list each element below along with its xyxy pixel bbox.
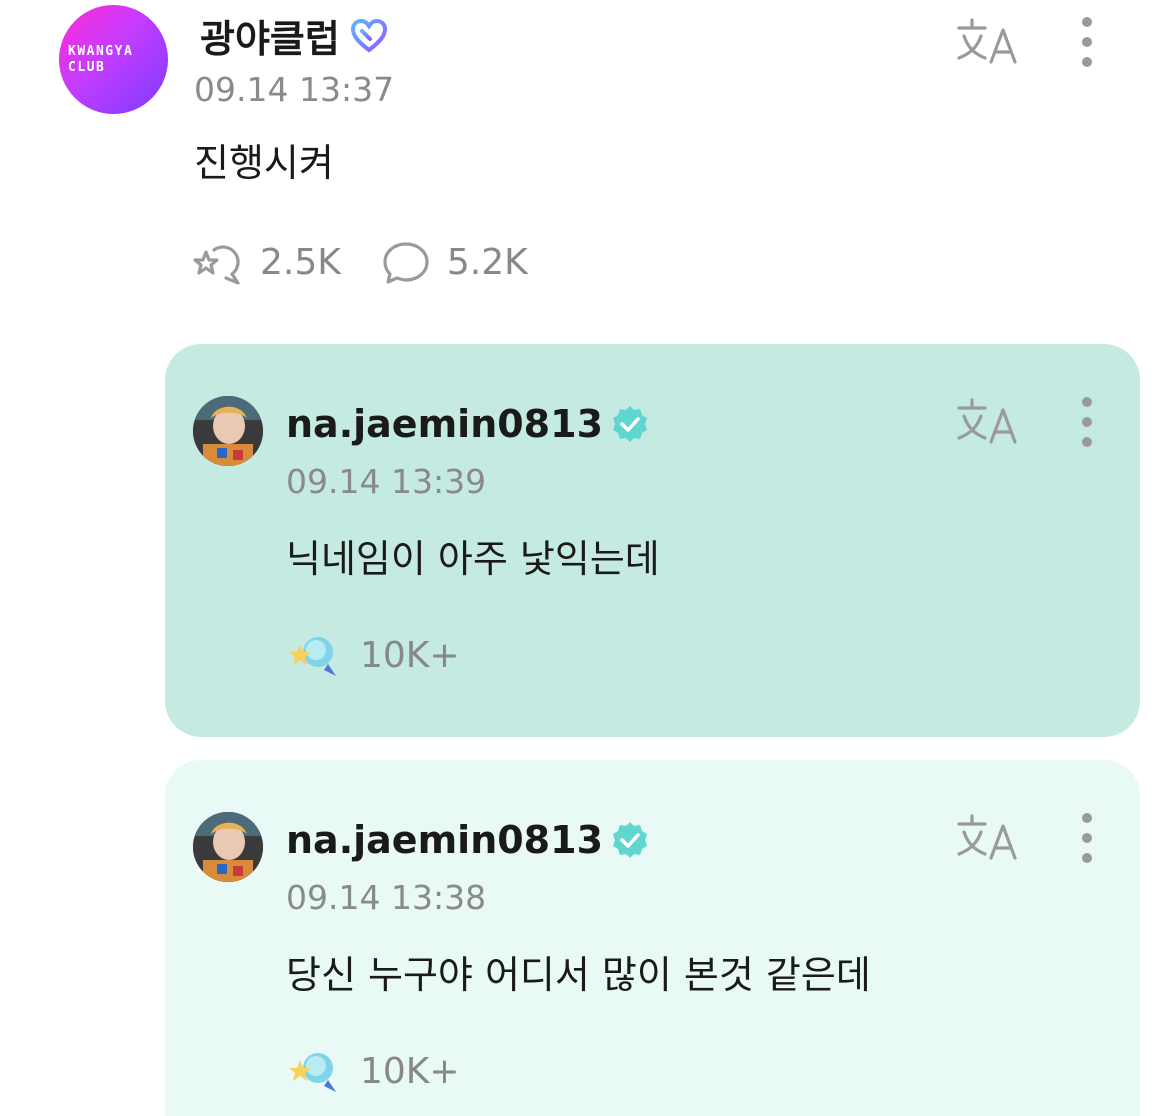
avatar[interactable] [193, 396, 263, 466]
post-author[interactable]: 광야클럽 [200, 8, 390, 63]
comment-bubble-icon [383, 242, 429, 284]
more-options-icon[interactable] [1079, 16, 1095, 68]
verified-badge-icon [613, 406, 648, 442]
comment-author-name: na.jaemin0813 [286, 818, 604, 862]
verified-badge-icon [613, 822, 648, 858]
comment-body: 당신 누구야 어디서 많이 본것 같은데 [286, 953, 871, 997]
translate-icon[interactable] [955, 16, 1021, 68]
comment-author-name: na.jaemin0813 [286, 402, 604, 446]
like-stat[interactable]: 2.5K [192, 238, 341, 286]
comment-reactions[interactable]: 10K+ [286, 1046, 460, 1096]
like-count: 2.5K [260, 241, 341, 283]
avatar[interactable] [193, 812, 263, 882]
avatar-text-line2: CLUB [68, 59, 106, 75]
heart-badge-icon [350, 18, 387, 53]
comment-timestamp: 09.14 13:39 [286, 462, 487, 501]
comment-stat[interactable]: 5.2K [379, 238, 528, 286]
page: KWANGYA CLUB 광야클럽 09.14 13:37 진행시켜 2.5K … [0, 0, 1170, 1116]
comment-author[interactable]: na.jaemin0813 [286, 818, 651, 862]
star-bubble-icon [289, 637, 336, 676]
comment-author[interactable]: na.jaemin0813 [286, 402, 651, 446]
post-timestamp: 09.14 13:37 [194, 70, 395, 109]
reaction-count: 10K+ [360, 634, 460, 676]
avatar[interactable]: KWANGYA CLUB [59, 5, 168, 114]
more-options-icon[interactable] [1079, 812, 1095, 864]
post-author-name: 광야클럽 [200, 17, 340, 61]
profile-photo-icon [193, 812, 263, 882]
comment-count: 5.2K [446, 241, 528, 283]
star-bubble-icon [289, 1053, 336, 1092]
comment-timestamp: 09.14 13:38 [286, 878, 487, 917]
translate-icon[interactable] [955, 396, 1021, 448]
comment-card: na.jaemin0813 09.14 13:39 닉네임이 아주 낯익는데 1… [165, 344, 1140, 737]
avatar-text-line1: KWANGYA [68, 43, 134, 59]
reaction-count: 10K+ [360, 1050, 460, 1092]
comment-card: na.jaemin0813 09.14 13:38 당신 누구야 어디서 많이 … [165, 760, 1140, 1116]
more-options-icon[interactable] [1079, 396, 1095, 448]
star-bubble-icon [193, 245, 240, 285]
profile-photo-icon [193, 396, 263, 466]
comment-body: 닉네임이 아주 낯익는데 [286, 537, 660, 581]
translate-icon[interactable] [955, 812, 1021, 864]
post-stats: 2.5K 5.2K [192, 238, 566, 286]
comment-reactions[interactable]: 10K+ [286, 630, 460, 680]
post-body: 진행시켜 [194, 141, 334, 185]
main-post: KWANGYA CLUB 광야클럽 09.14 13:37 진행시켜 2.5K … [0, 0, 1170, 320]
